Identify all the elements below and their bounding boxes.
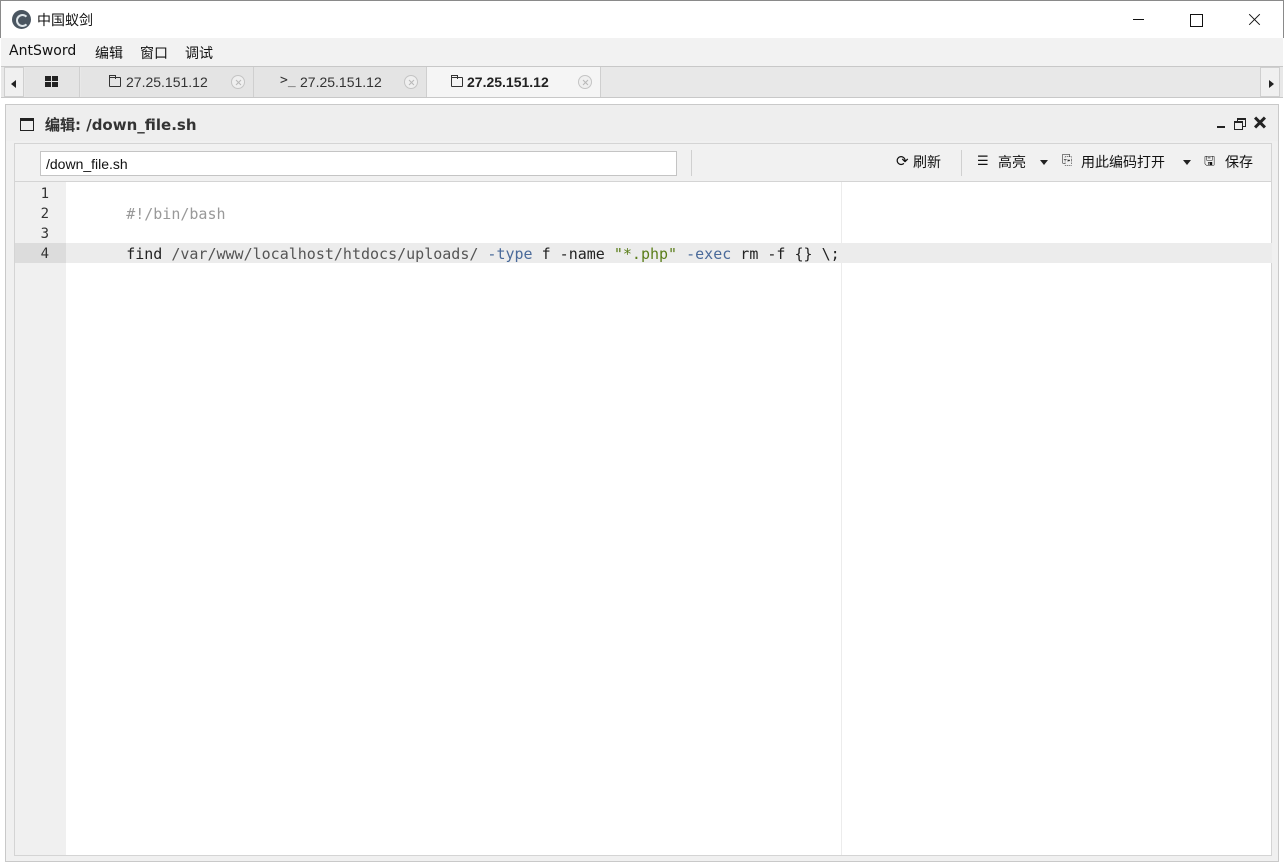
editor-panel: 编辑: /down_file.sh ⟳ 刷新 ☰ 高亮 ⎘ 用此编码打开 🖫 保…	[5, 104, 1279, 862]
tab-close-icon[interactable]	[231, 75, 245, 89]
code-line: #!/bin/bash	[72, 184, 225, 223]
panel-title: 编辑: /down_file.sh	[45, 116, 197, 134]
title-bar: 中国蚁剑	[0, 0, 1284, 38]
editor-toolbar: ⟳ 刷新 ☰ 高亮 ⎘ 用此编码打开 🖫 保存	[14, 143, 1272, 181]
antsword-logo-icon	[12, 10, 31, 29]
folder-icon	[109, 75, 121, 87]
code-token: find	[126, 245, 172, 263]
code-token-flag: -exec	[686, 245, 732, 263]
panel-close-button[interactable]	[1253, 115, 1267, 129]
open-with-encoding-label: 用此编码打开	[1081, 155, 1165, 171]
menu-edit[interactable]: 编辑	[95, 43, 123, 63]
grid-icon	[45, 76, 58, 87]
tab-file-manager[interactable]: 27.25.151.12	[81, 67, 254, 97]
line-number: 4	[40, 246, 49, 262]
tab-close-icon[interactable]	[578, 75, 592, 89]
list-icon: ☰	[977, 153, 989, 168]
line-number: 1	[40, 186, 49, 202]
line-number: 2	[40, 206, 49, 222]
code-token-string: "*.php"	[613, 245, 678, 263]
chevron-down-icon	[1040, 160, 1048, 165]
code-token-flag: -type	[487, 245, 533, 263]
refresh-icon: ⟳	[896, 153, 909, 170]
tab-home[interactable]	[25, 67, 80, 97]
chevron-down-icon	[1183, 160, 1191, 165]
window-icon	[20, 118, 34, 131]
file-path-input[interactable]	[40, 151, 677, 176]
print-margin	[841, 182, 842, 855]
code-token-path: /var/www/localhost/htdocs/uploads/	[171, 245, 479, 263]
tab-label: 27.25.151.12	[467, 74, 549, 90]
folder-icon	[451, 75, 463, 87]
tab-scroll-left-button[interactable]	[4, 67, 24, 97]
window-title: 中国蚁剑	[37, 13, 93, 29]
panel-minimize-button[interactable]	[1214, 115, 1228, 129]
minimize-window-button[interactable]	[1109, 1, 1167, 39]
floppy-disk-icon: 🖫	[1204, 153, 1216, 168]
tab-scroll-right-button[interactable]	[1260, 67, 1280, 97]
code-editor[interactable]: 1 2 3 4 #!/bin/bash find /var/www/localh…	[14, 181, 1272, 856]
line-number: 3	[40, 226, 49, 242]
tab-label: 27.25.151.12	[300, 74, 382, 90]
close-window-button[interactable]	[1225, 1, 1283, 39]
tab-close-icon[interactable]	[404, 75, 418, 89]
menu-antsword[interactable]: AntSword	[9, 43, 76, 59]
tab-file-manager-active[interactable]: 27.25.151.12	[427, 67, 601, 97]
save-label: 保存	[1225, 155, 1253, 171]
menu-debug[interactable]: 调试	[185, 43, 213, 63]
code-line: find /var/www/localhost/htdocs/uploads/ …	[72, 224, 839, 263]
maximize-window-button[interactable]	[1167, 1, 1225, 39]
menu-window[interactable]: 窗口	[140, 43, 168, 63]
code-token: f -name	[532, 245, 614, 263]
tab-terminal[interactable]: >_ 27.25.151.12	[254, 67, 427, 97]
panel-restore-button[interactable]	[1232, 115, 1246, 130]
menu-bar: AntSword 编辑 窗口 调试	[1, 38, 1283, 66]
code-token-comment: #!/bin/bash	[126, 205, 226, 223]
file-encoding-icon: ⎘	[1062, 152, 1073, 167]
panel-header: 编辑: /down_file.sh	[6, 105, 1278, 141]
toolbar-divider	[691, 150, 692, 176]
toolbar-divider	[961, 150, 962, 176]
terminal-icon: >_	[280, 73, 296, 88]
highlight-label: 高亮	[998, 155, 1026, 171]
line-number-gutter	[15, 182, 66, 855]
code-token: rm -f {} \;	[731, 245, 840, 263]
refresh-label: 刷新	[913, 155, 941, 171]
tab-label: 27.25.151.12	[126, 74, 208, 90]
tab-bar: 27.25.151.12 >_ 27.25.151.12 27.25.151.1…	[1, 66, 1283, 98]
